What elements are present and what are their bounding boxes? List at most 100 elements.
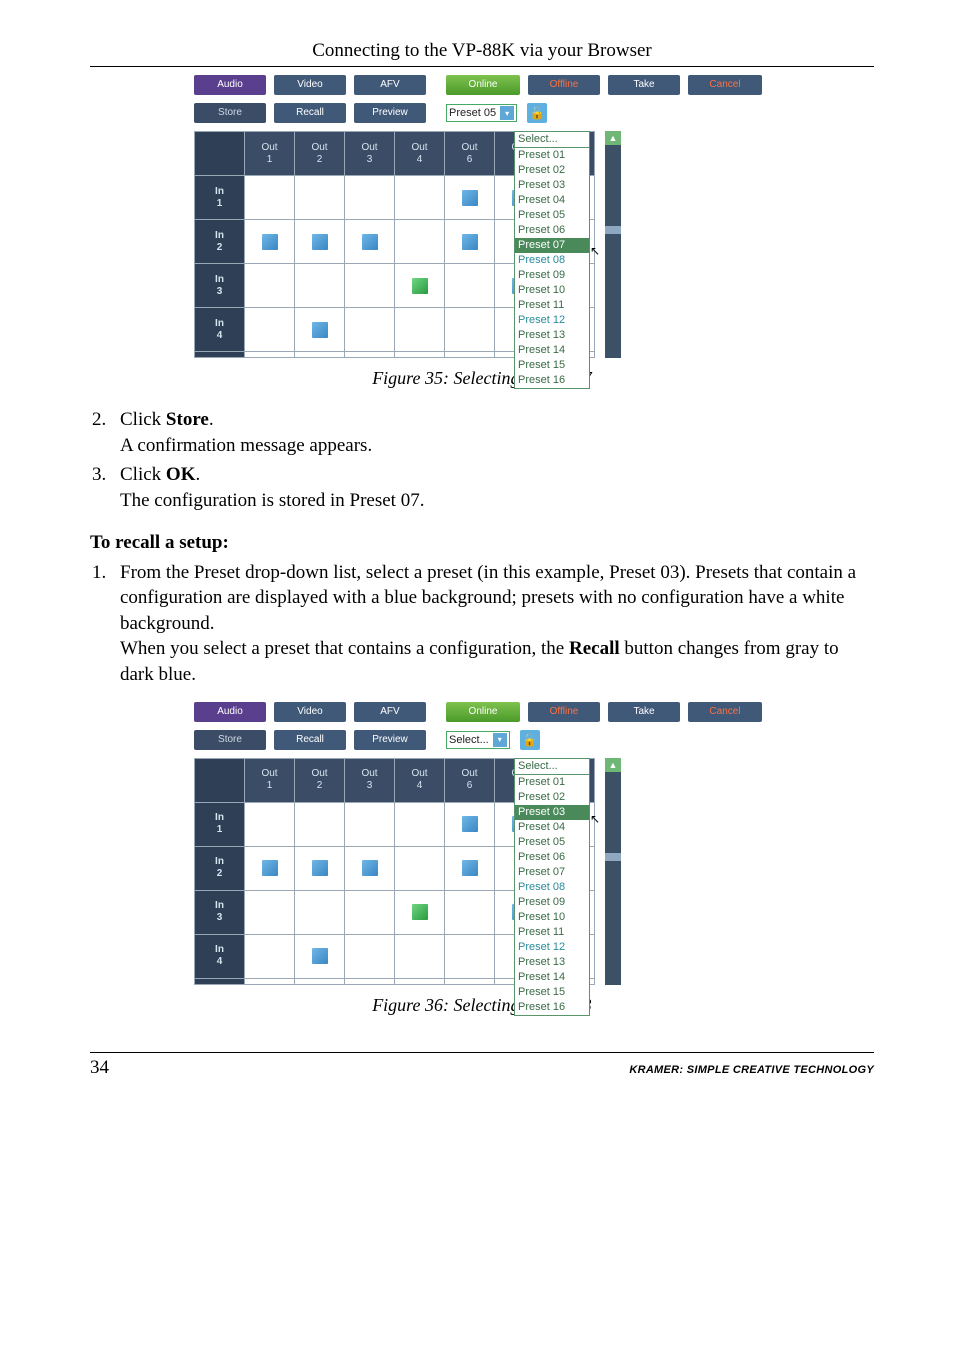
preset-option[interactable]: Preset 07 [515, 865, 589, 880]
lock-icon[interactable]: 🔓 [527, 103, 547, 123]
scroll-up-icon[interactable]: ▲ [605, 131, 621, 145]
preview-button[interactable]: Preview [354, 103, 426, 123]
matrix-cell[interactable] [295, 176, 345, 220]
preset-option[interactable]: Preset 16 [515, 373, 589, 388]
matrix-cell[interactable] [345, 846, 395, 890]
tab-video[interactable]: Video [274, 75, 346, 95]
tab-offline[interactable]: Offline [528, 75, 600, 95]
tab-online[interactable]: Online [446, 75, 520, 95]
tab-audio[interactable]: Audio [194, 75, 266, 95]
preset-option[interactable]: Preset 11 [515, 298, 589, 313]
preset-option[interactable]: Preset 06 [515, 850, 589, 865]
preset-option[interactable]: Preset 12 [515, 313, 589, 328]
preset-option[interactable]: Preset 03 [515, 178, 589, 193]
matrix-cell[interactable] [445, 890, 495, 934]
recall-button[interactable]: Recall [274, 103, 346, 123]
preset-option[interactable]: Preset 13 [515, 955, 589, 970]
matrix-cell[interactable] [445, 220, 495, 264]
tab-take[interactable]: Take [608, 702, 680, 722]
matrix-cell[interactable] [295, 846, 345, 890]
crosspoint-icon[interactable] [262, 860, 278, 876]
preset-select[interactable]: Preset 05▾ [446, 104, 517, 122]
crosspoint-icon[interactable] [462, 190, 478, 206]
crosspoint-icon[interactable] [312, 234, 328, 250]
scrollbar[interactable]: ▲ [605, 758, 621, 985]
preset-option[interactable]: Preset 04 [515, 193, 589, 208]
preset-option[interactable]: Preset 16 [515, 1000, 589, 1015]
matrix-cell[interactable] [395, 264, 445, 308]
preset-option[interactable]: Preset 14 [515, 970, 589, 985]
matrix-cell[interactable] [245, 846, 295, 890]
matrix-cell[interactable] [395, 220, 445, 264]
crosspoint-icon[interactable] [412, 904, 428, 920]
preset-option[interactable]: Preset 08 [515, 880, 589, 895]
matrix-cell[interactable] [445, 308, 495, 352]
matrix-cell[interactable] [395, 934, 445, 978]
crosspoint-icon[interactable] [362, 234, 378, 250]
preset-option[interactable]: Preset 15 [515, 358, 589, 373]
preset-option[interactable]: Preset 01 [515, 148, 589, 163]
matrix-cell[interactable] [245, 220, 295, 264]
preset-option[interactable]: Preset 09 [515, 895, 589, 910]
scroll-up-icon[interactable]: ▲ [605, 758, 621, 772]
matrix-cell[interactable] [295, 308, 345, 352]
matrix-cell[interactable] [345, 934, 395, 978]
preset-option[interactable]: Preset 09 [515, 268, 589, 283]
lock-icon[interactable]: 🔓 [520, 730, 540, 750]
matrix-cell[interactable] [245, 264, 295, 308]
preset-option[interactable]: Preset 02 [515, 790, 589, 805]
matrix-cell[interactable] [295, 220, 345, 264]
matrix-cell[interactable] [295, 934, 345, 978]
matrix-cell[interactable] [245, 802, 295, 846]
preset-option[interactable]: Preset 08 [515, 253, 589, 268]
crosspoint-icon[interactable] [462, 816, 478, 832]
preset-option[interactable]: Preset 10 [515, 283, 589, 298]
scroll-thumb[interactable] [605, 226, 621, 234]
crosspoint-icon[interactable] [362, 860, 378, 876]
matrix-cell[interactable] [445, 176, 495, 220]
matrix-cell[interactable] [395, 308, 445, 352]
crosspoint-icon[interactable] [312, 860, 328, 876]
matrix-cell[interactable] [245, 934, 295, 978]
matrix-cell[interactable] [445, 264, 495, 308]
matrix-cell[interactable] [445, 846, 495, 890]
tab-cancel[interactable]: Cancel [688, 702, 762, 722]
matrix-cell[interactable] [245, 308, 295, 352]
matrix-cell[interactable] [395, 802, 445, 846]
preset-option[interactable]: Preset 10 [515, 910, 589, 925]
recall-button[interactable]: Recall [274, 730, 346, 750]
preset-option[interactable]: Preset 04 [515, 820, 589, 835]
tab-afv[interactable]: AFV [354, 75, 426, 95]
preset-option[interactable]: Preset 15 [515, 985, 589, 1000]
crosspoint-icon[interactable] [312, 322, 328, 338]
tab-audio[interactable]: Audio [194, 702, 266, 722]
matrix-cell[interactable] [445, 802, 495, 846]
matrix-cell[interactable] [345, 890, 395, 934]
matrix-cell[interactable] [345, 308, 395, 352]
tab-afv[interactable]: AFV [354, 702, 426, 722]
matrix-cell[interactable] [295, 802, 345, 846]
scroll-thumb[interactable] [605, 853, 621, 861]
preset-option[interactable]: Preset 01 [515, 775, 589, 790]
preset-option[interactable]: Preset 03 [515, 805, 589, 820]
preset-dropdown-list[interactable]: Select...Preset 01Preset 02Preset 03Pres… [514, 131, 590, 389]
matrix-cell[interactable] [345, 802, 395, 846]
preset-option[interactable]: Preset 12 [515, 940, 589, 955]
preview-button[interactable]: Preview [354, 730, 426, 750]
matrix-cell[interactable] [395, 890, 445, 934]
tab-offline[interactable]: Offline [528, 702, 600, 722]
preset-option[interactable]: Preset 07 [515, 238, 589, 253]
matrix-cell[interactable] [345, 264, 395, 308]
preset-option[interactable]: Preset 05 [515, 835, 589, 850]
store-button[interactable]: Store [194, 730, 266, 750]
matrix-cell[interactable] [345, 220, 395, 264]
matrix-cell[interactable] [295, 264, 345, 308]
chevron-down-icon[interactable]: ▾ [500, 106, 514, 120]
matrix-cell[interactable] [445, 934, 495, 978]
tab-video[interactable]: Video [274, 702, 346, 722]
matrix-cell[interactable] [345, 176, 395, 220]
preset-option[interactable]: Preset 14 [515, 343, 589, 358]
chevron-down-icon[interactable]: ▾ [493, 733, 507, 747]
preset-dropdown-list[interactable]: Select...Preset 01Preset 02Preset 03Pres… [514, 758, 590, 1016]
matrix-cell[interactable] [245, 890, 295, 934]
